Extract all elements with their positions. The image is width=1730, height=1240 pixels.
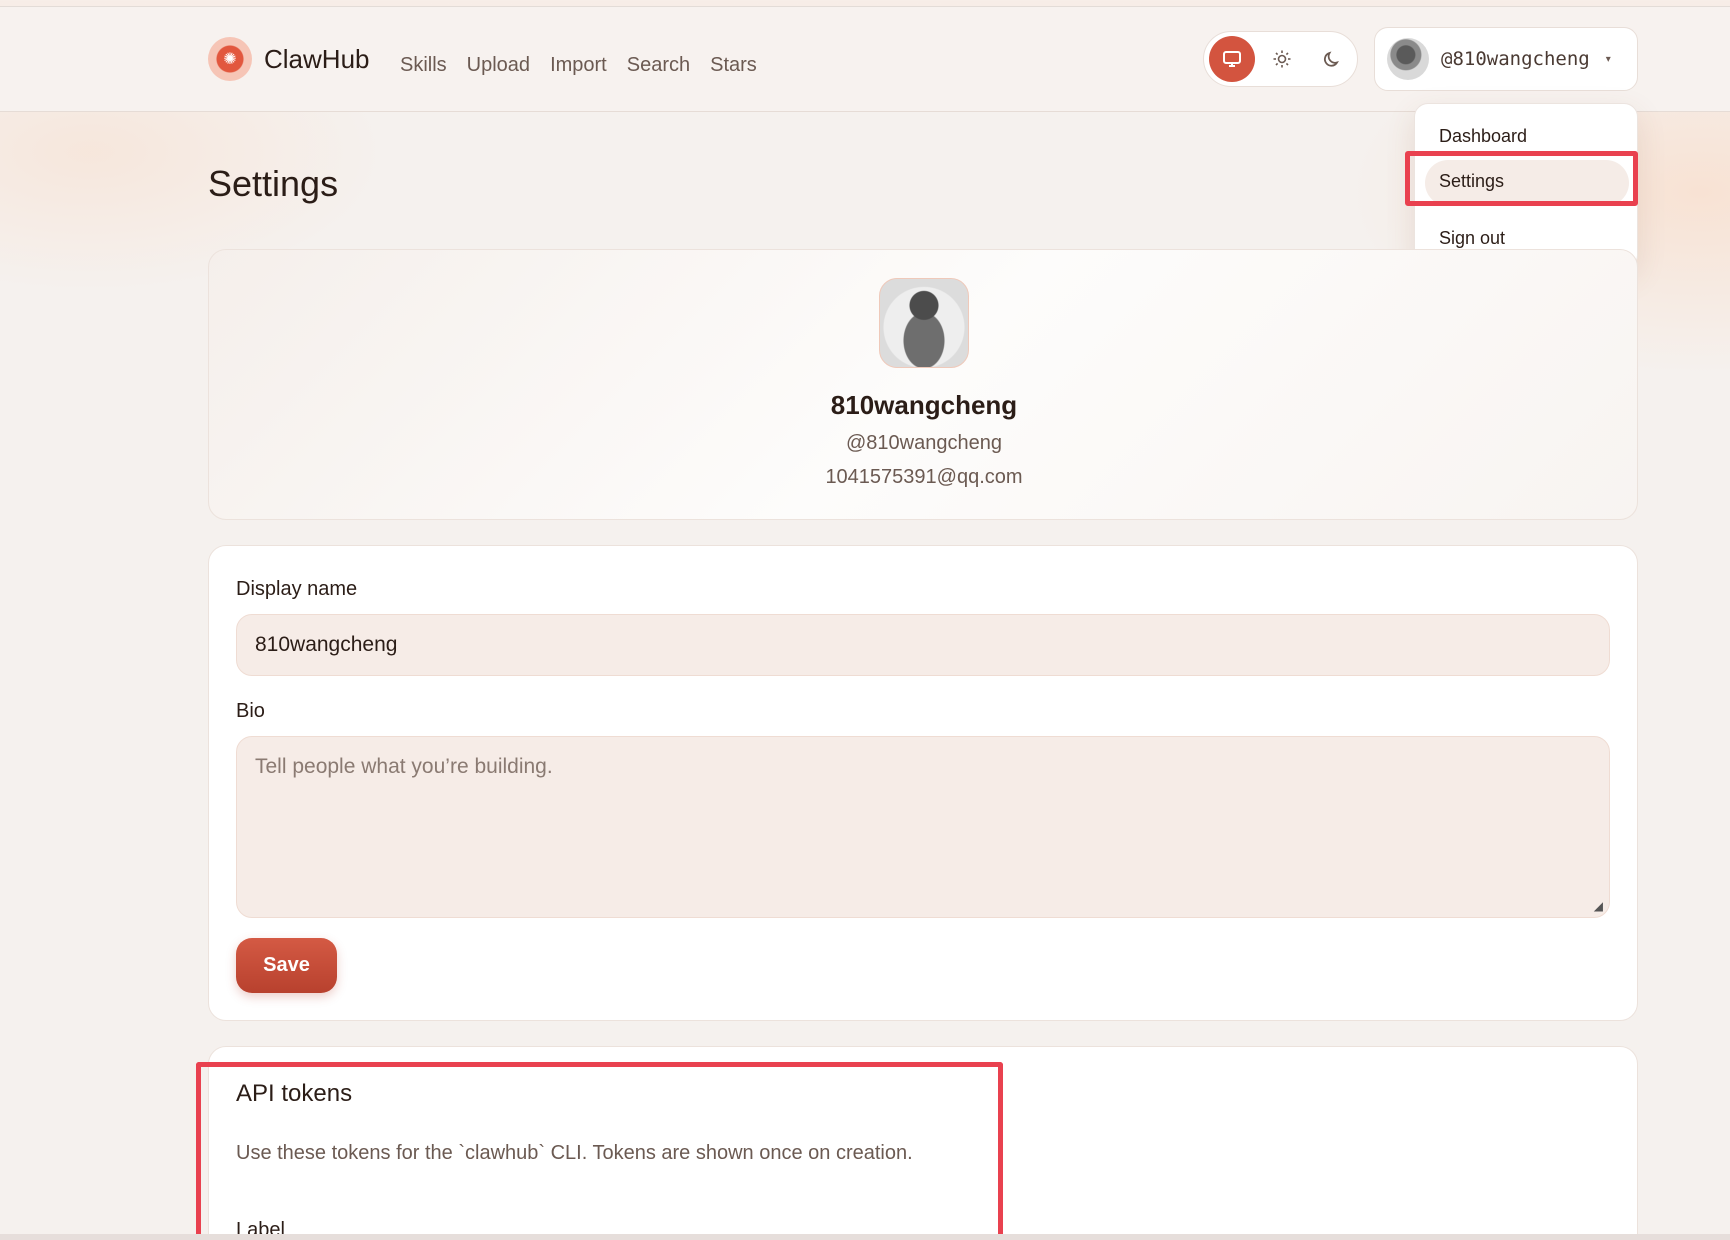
display-name-label: Display name [236, 578, 358, 600]
sun-icon [1273, 50, 1291, 68]
display-name-input[interactable]: 810wangcheng [236, 614, 1610, 676]
profile-card: 810wangcheng @810wangcheng 1041575391@qq… [208, 249, 1638, 520]
profile-form-card: Display name 810wangcheng Bio Tell peopl… [208, 545, 1638, 1021]
lobster-claw-icon: ✺ [208, 37, 252, 81]
nav-search[interactable]: Search [627, 54, 690, 77]
theme-light-button[interactable] [1259, 36, 1305, 82]
user-avatar [1387, 38, 1429, 80]
window-bottom-edge [0, 1234, 1730, 1240]
save-button[interactable]: Save [236, 938, 337, 993]
brand-name: ClawHub [264, 43, 370, 74]
profile-avatar [879, 278, 969, 368]
page-title: Settings [208, 163, 339, 204]
nav-upload[interactable]: Upload [467, 54, 530, 77]
nav-stars[interactable]: Stars [710, 54, 757, 77]
theme-toggle [1203, 31, 1358, 87]
nav-import[interactable]: Import [550, 54, 607, 77]
theme-dark-button[interactable] [1309, 36, 1355, 82]
menu-item-dashboard[interactable]: Dashboard [1439, 126, 1527, 147]
nav-skills[interactable]: Skills [400, 54, 447, 77]
bio-label: Bio [236, 700, 265, 722]
chevron-down-icon: ▾ [1605, 53, 1611, 65]
profile-handle: @810wangcheng [846, 432, 1002, 454]
resize-handle-icon[interactable]: ◢ [1594, 899, 1603, 913]
main-nav: Skills Upload Import Search Stars [400, 54, 757, 77]
monitor-icon [1223, 51, 1241, 67]
brand-link[interactable]: ✺ ClawHub [208, 37, 370, 81]
user-menu-button[interactable]: @810wangcheng ▾ [1374, 27, 1638, 91]
annotation-highlight-api-tokens [196, 1062, 1003, 1240]
annotation-highlight-settings [1405, 151, 1638, 206]
moon-icon [1323, 51, 1339, 67]
menu-item-sign-out[interactable]: Sign out [1439, 228, 1505, 249]
profile-email: 1041575391@qq.com [825, 466, 1023, 488]
user-handle: @810wangcheng [1441, 48, 1590, 70]
theme-system-button[interactable] [1209, 36, 1255, 82]
bio-textarea[interactable]: Tell people what you’re building. ◢ [236, 736, 1610, 918]
bio-placeholder: Tell people what you’re building. [255, 755, 553, 778]
profile-display-name: 810wangcheng [830, 390, 1018, 420]
